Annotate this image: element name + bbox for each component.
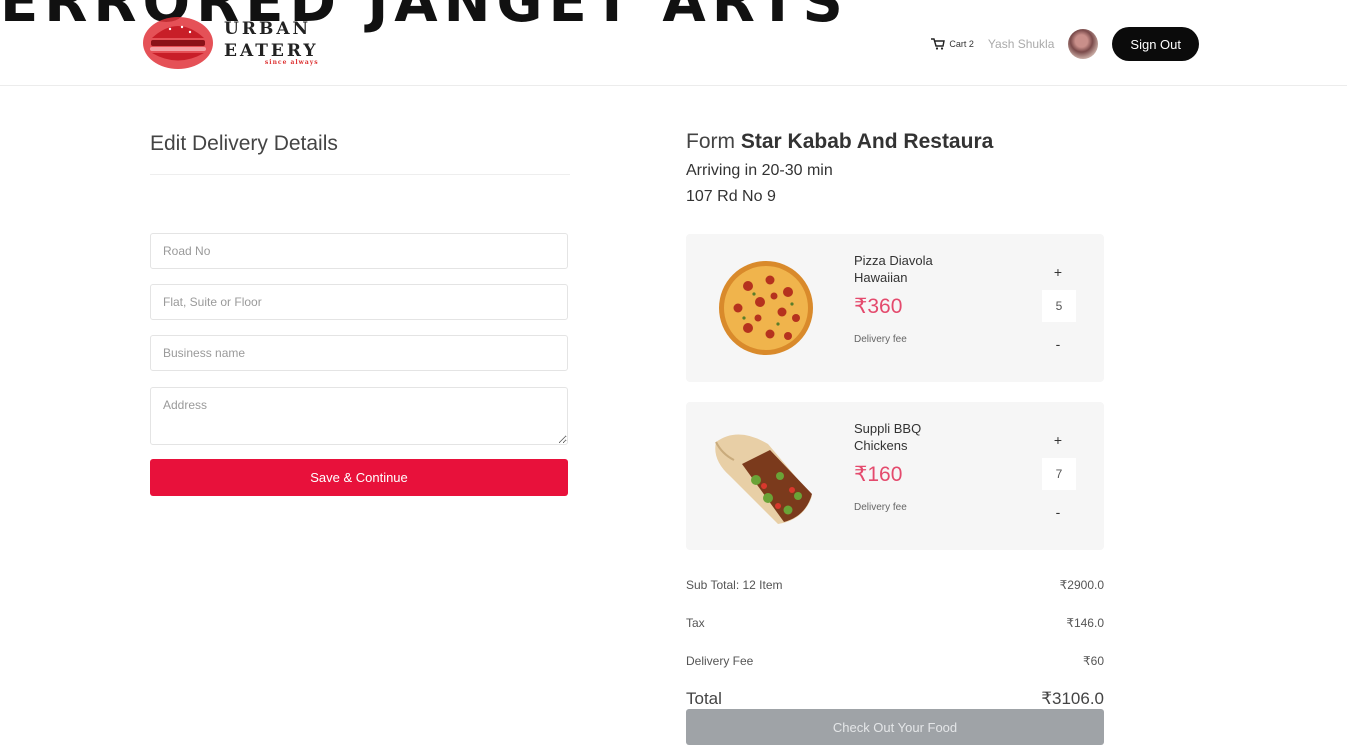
delivery-form-title: Edit Delivery Details (150, 132, 570, 175)
road-no-input[interactable] (150, 233, 568, 269)
restaurant-heading: Form Star Kabab And Restaura (686, 130, 1104, 154)
tax-value: ₹146.0 (1066, 616, 1104, 630)
avatar[interactable] (1068, 29, 1099, 59)
nav-actions: Cart 2 Yash Shukla Sign Out (931, 27, 1199, 61)
flat-suite-input[interactable] (150, 284, 568, 320)
from-label: Form (686, 130, 735, 153)
decrease-quantity-button[interactable]: - (1046, 336, 1070, 352)
delivery-address: 107 Rd No 9 (686, 188, 776, 205)
user-name[interactable]: Yash Shukla (988, 37, 1055, 51)
brand-line-2: EATERY (224, 41, 319, 61)
cart-item: Suppli BBQ Chickens ₹160 Delivery fee + … (686, 402, 1104, 550)
item-price: ₹360 (854, 295, 903, 318)
pizza-image (719, 261, 813, 355)
burger-logo-icon[interactable] (142, 16, 214, 70)
price-summary: Sub Total: 12 Item ₹2900.0 Tax ₹146.0 De… (686, 566, 1104, 718)
increase-quantity-button[interactable]: + (1046, 432, 1070, 448)
checkout-button[interactable]: Check Out Your Food (686, 709, 1104, 745)
arrival-time: Arriving in 20-30 min (686, 162, 833, 179)
wrap-image (715, 434, 812, 524)
subtotal-row: Sub Total: 12 Item ₹2900.0 (686, 566, 1104, 604)
subtotal-value: ₹2900.0 (1059, 578, 1104, 592)
cart-icon (931, 38, 946, 50)
total-label: Total (686, 689, 722, 708)
tax-row: Tax ₹146.0 (686, 604, 1104, 642)
quantity-input[interactable] (1042, 458, 1076, 490)
item-price: ₹160 (854, 463, 903, 486)
delivery-fee-row: Delivery Fee ₹60 (686, 642, 1104, 680)
cart-item: Pizza Diavola Hawaiian ₹360 Delivery fee… (686, 234, 1104, 382)
tax-label: Tax (686, 616, 705, 630)
cart-link[interactable]: Cart 2 (931, 38, 974, 50)
sign-out-button[interactable]: Sign Out (1112, 27, 1199, 61)
delivery-fee-label: Delivery Fee (686, 654, 754, 668)
item-delivery-fee-label: Delivery fee (854, 502, 907, 513)
save-continue-button[interactable]: Save & Continue (150, 459, 568, 496)
business-name-input[interactable] (150, 335, 568, 371)
item-name: Suppli BBQ Chickens (854, 421, 922, 453)
total-value: ₹3106.0 (1041, 689, 1104, 708)
cart-label: Cart 2 (949, 39, 974, 49)
brand-line-1: URBAN (224, 19, 312, 39)
order-summary: Form Star Kabab And Restaura Arriving in… (686, 130, 1104, 745)
delivery-form: Edit Delivery Details Save & Continue (150, 132, 570, 496)
decrease-quantity-button[interactable]: - (1046, 504, 1070, 520)
restaurant-name: Star Kabab And Restaura (740, 130, 994, 153)
increase-quantity-button[interactable]: + (1046, 264, 1070, 280)
quantity-input[interactable] (1042, 290, 1076, 322)
brand-name[interactable]: URBAN EATERY since always (224, 18, 319, 66)
address-textarea[interactable] (150, 387, 568, 445)
subtotal-label: Sub Total: 12 Item (686, 578, 783, 592)
item-name: Pizza Diavola Hawaiian (854, 253, 933, 285)
top-navbar: URBAN EATERY since always Cart 2 Yash Sh… (0, 0, 1347, 86)
delivery-fee-value: ₹60 (1083, 654, 1104, 668)
item-delivery-fee-label: Delivery fee (854, 334, 907, 345)
